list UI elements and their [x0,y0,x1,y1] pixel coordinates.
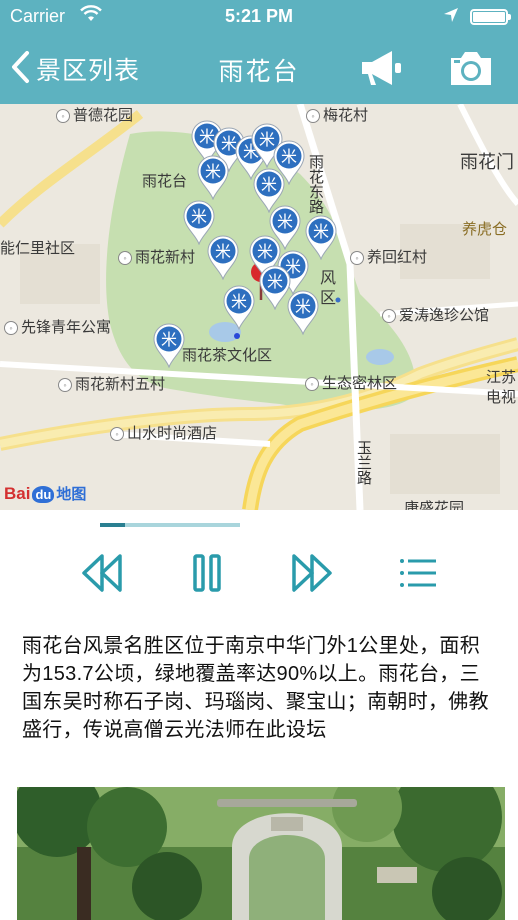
map-pin-icon: 米 [197,155,229,200]
back-button-label: 景区列表 [36,57,141,85]
map-label: 雨花台 [142,173,188,190]
poi-icon: ◦ [118,251,132,265]
map-label: ◦ 雨花新村五村 [58,373,165,394]
fast-forward-button[interactable] [288,551,336,595]
map-label: 能仁里社区 [0,240,76,257]
poi-icon: ◦ [58,378,72,392]
clock: 5:21 PM [224,6,294,26]
progress-fill [100,523,126,527]
map-view[interactable]: ◦ 普德花园 ◦ 梅花村 雨花门 雨花台 养虎仓 能仁里社区 ◦ 雨花新村 ◦ 养回红村… [0,104,518,510]
map-label: ◦ 爱涛逸珍公馆 [382,304,489,325]
navigation-bar: 景区列表 雨花台 [0,34,518,104]
poi-icon: ◦ [306,109,320,123]
camera-icon [451,52,491,85]
scenic-spot-marker[interactable]: 米 [152,322,186,368]
map-label: ◦ 雨花新村 [118,246,195,267]
svg-text:米: 米 [281,147,297,166]
map-pin-icon: 米 [287,290,319,335]
scenic-spot-marker[interactable]: 米 [196,154,230,200]
svg-text:米: 米 [313,222,329,241]
map-label: 康盛花园 [404,500,465,510]
road-label: 雨花东路 [307,154,324,214]
list-icon [400,559,436,587]
scenic-photo-image [17,787,505,920]
playlist-button[interactable] [394,551,442,595]
poi-icon: ◦ [110,427,124,441]
map-label: 区 [320,290,337,307]
svg-text:米: 米 [295,297,311,316]
scenic-photo[interactable] [17,787,505,920]
map-label: 电视 [486,389,517,406]
scenic-spot-marker[interactable]: 米 [206,234,240,280]
back-button[interactable]: 景区列表 [10,48,140,90]
map-label: 雨花茶文化区 [182,347,273,364]
fast-forward-icon [292,554,332,592]
header-bar: Carrier 5:21 PM 景区列表 雨花台 [0,0,518,104]
chevron-left-icon [10,50,30,89]
camera-button[interactable] [448,48,494,88]
map-label: 江苏 [486,369,517,386]
svg-text:米: 米 [261,175,277,194]
megaphone-icon [362,51,401,85]
poi-icon: ◦ [56,109,70,123]
map-pin-icon: 米 [223,285,255,330]
map-label: ◦ 山水时尚酒店 [110,422,217,443]
road-label: 玉兰路 [355,440,372,485]
svg-text:米: 米 [161,330,177,349]
status-bar: Carrier 5:21 PM [0,0,518,34]
poi-icon: ◦ [4,321,18,335]
pause-button[interactable] [183,551,231,595]
map-label: 雨花门 [460,152,514,172]
baidu-map-logo: Bai du 地图 [4,484,87,503]
map-label: 养虎仓 [462,221,508,238]
megaphone-button[interactable] [358,48,404,88]
map-label: ◦ 普德花园 [56,104,133,125]
battery-icon [470,9,511,25]
svg-text:米: 米 [191,207,207,226]
svg-text:米: 米 [205,162,221,181]
map-label: ◦ 养回红村 [350,246,427,267]
svg-text:米: 米 [215,242,231,261]
rewind-icon [82,554,122,592]
poi-icon: ◦ [305,377,319,391]
scenic-spot-marker[interactable]: 米 [286,289,320,335]
pause-icon [193,554,221,592]
rewind-button[interactable] [78,551,126,595]
scenic-description: 雨花台风景名胜区位于南京中华门外1公里处，面积为153.7公顷，绿地覆盖率达90… [22,635,489,741]
svg-text:米: 米 [277,212,293,231]
map-label: ◦ 梅花村 [306,104,368,125]
location-arrow-icon [443,7,459,28]
scenic-spot-marker[interactable]: 米 [222,284,256,330]
svg-text:米: 米 [257,242,273,261]
progress-bar[interactable] [100,523,240,527]
map-pin-icon: 米 [153,323,185,368]
map-label: ◦ 生态密林区 [305,372,397,393]
poi-icon: ◦ [382,309,396,323]
svg-text:米: 米 [231,292,247,311]
map-label: ◦ 先锋青年公寓 [4,316,111,337]
map-pin-icon: 米 [207,235,239,280]
poi-icon: ◦ [350,251,364,265]
svg-text:米: 米 [267,272,283,291]
